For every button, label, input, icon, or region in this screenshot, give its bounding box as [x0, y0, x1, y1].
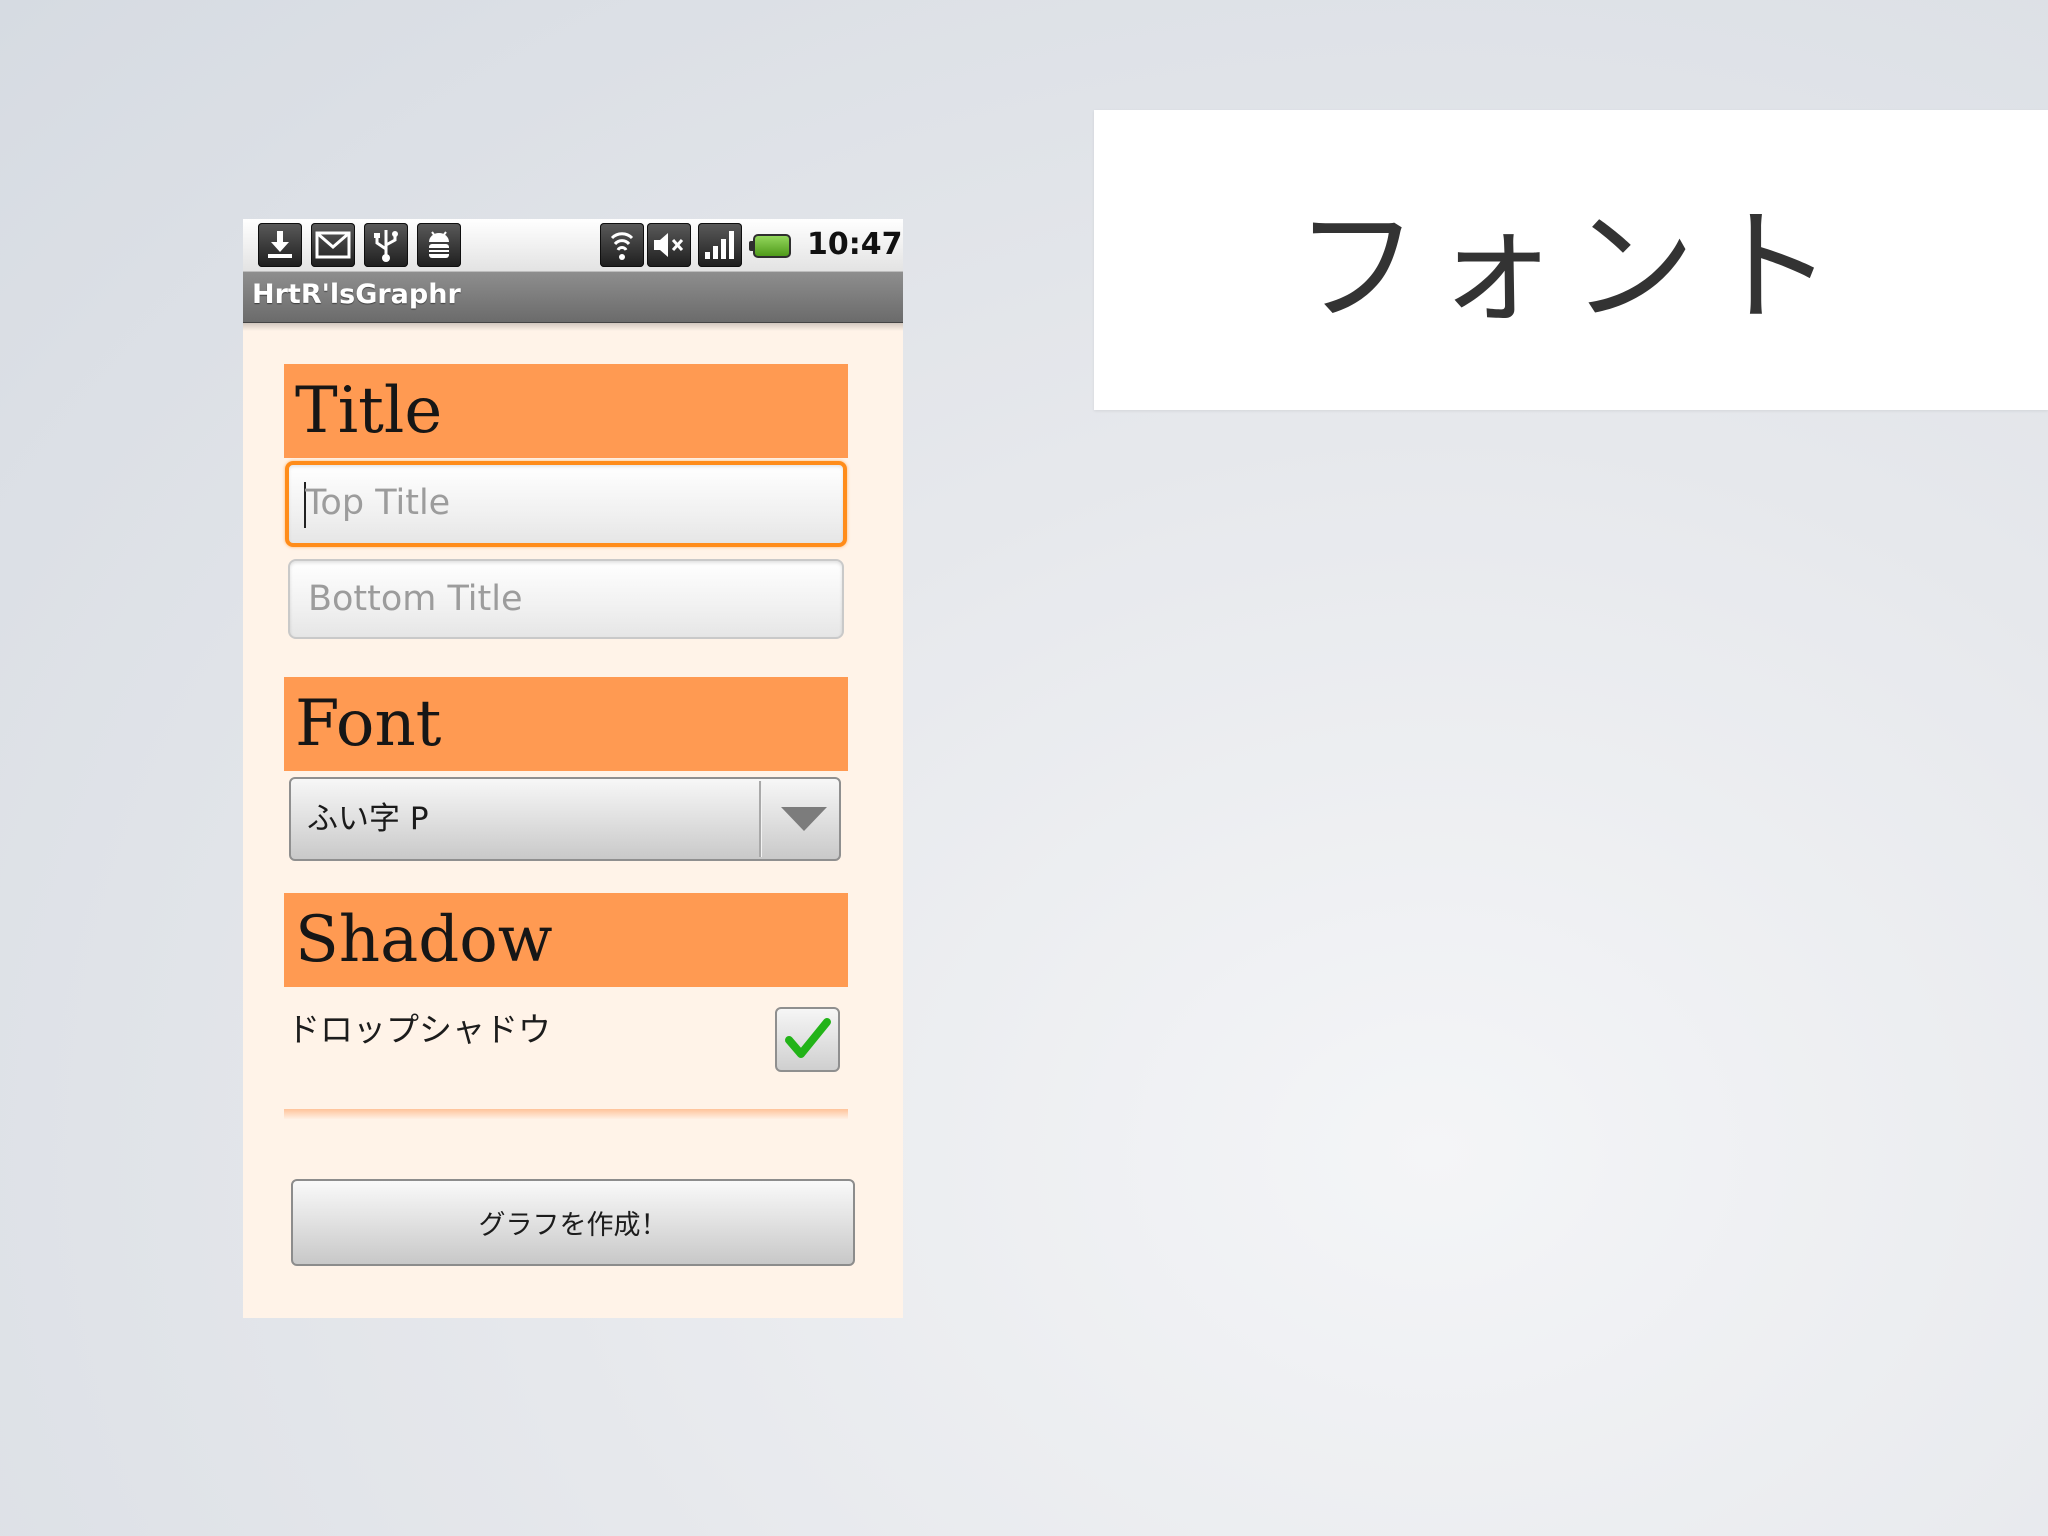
app-title-bar: HrtR'lsGraphr: [243, 272, 903, 323]
phone-screen: 10:47 HrtR'lsGraphr Title Top Title Bott…: [243, 219, 903, 1318]
create-graph-button-label: グラフを作成！: [478, 1210, 668, 1241]
android-debug-icon: [417, 223, 461, 267]
slide-title-card: フォント: [1094, 110, 2048, 410]
usb-icon: [364, 223, 408, 267]
status-bar: 10:47: [243, 219, 903, 272]
section-divider: [284, 1109, 848, 1119]
chevron-down-icon[interactable]: [781, 807, 827, 831]
checkmark-icon: [785, 1018, 831, 1058]
gmail-icon: [311, 223, 355, 267]
drop-shadow-label: ドロップシャドウ: [287, 1010, 551, 1049]
status-time: 10:47: [807, 227, 903, 262]
top-title-placeholder: Top Title: [305, 483, 451, 523]
title-bar-shadow: [243, 323, 903, 331]
bottom-title-input[interactable]: Bottom Title: [288, 559, 844, 639]
font-select-divider: [759, 781, 761, 857]
section-header-font-label: Font: [295, 687, 442, 761]
drop-shadow-checkbox[interactable]: [775, 1007, 840, 1072]
battery-icon: [749, 234, 791, 258]
section-header-title: Title: [284, 364, 848, 458]
slide-title: フォント: [1294, 196, 1847, 340]
section-header-shadow: Shadow: [284, 893, 848, 987]
section-header-font: Font: [284, 677, 848, 771]
wifi-icon: [600, 223, 644, 267]
section-header-shadow-label: Shadow: [295, 903, 553, 977]
font-select[interactable]: ふい字 P: [289, 777, 841, 861]
section-header-title-label: Title: [295, 374, 443, 448]
bottom-title-placeholder: Bottom Title: [308, 579, 523, 619]
top-title-input[interactable]: Top Title: [285, 461, 847, 547]
create-graph-button[interactable]: グラフを作成！: [291, 1179, 855, 1266]
app-title: HrtR'lsGraphr: [252, 279, 461, 310]
signal-icon: [698, 223, 742, 267]
sound-muted-icon: [647, 223, 691, 267]
font-select-value: ふい字 P: [307, 801, 429, 837]
download-icon: [258, 223, 302, 267]
